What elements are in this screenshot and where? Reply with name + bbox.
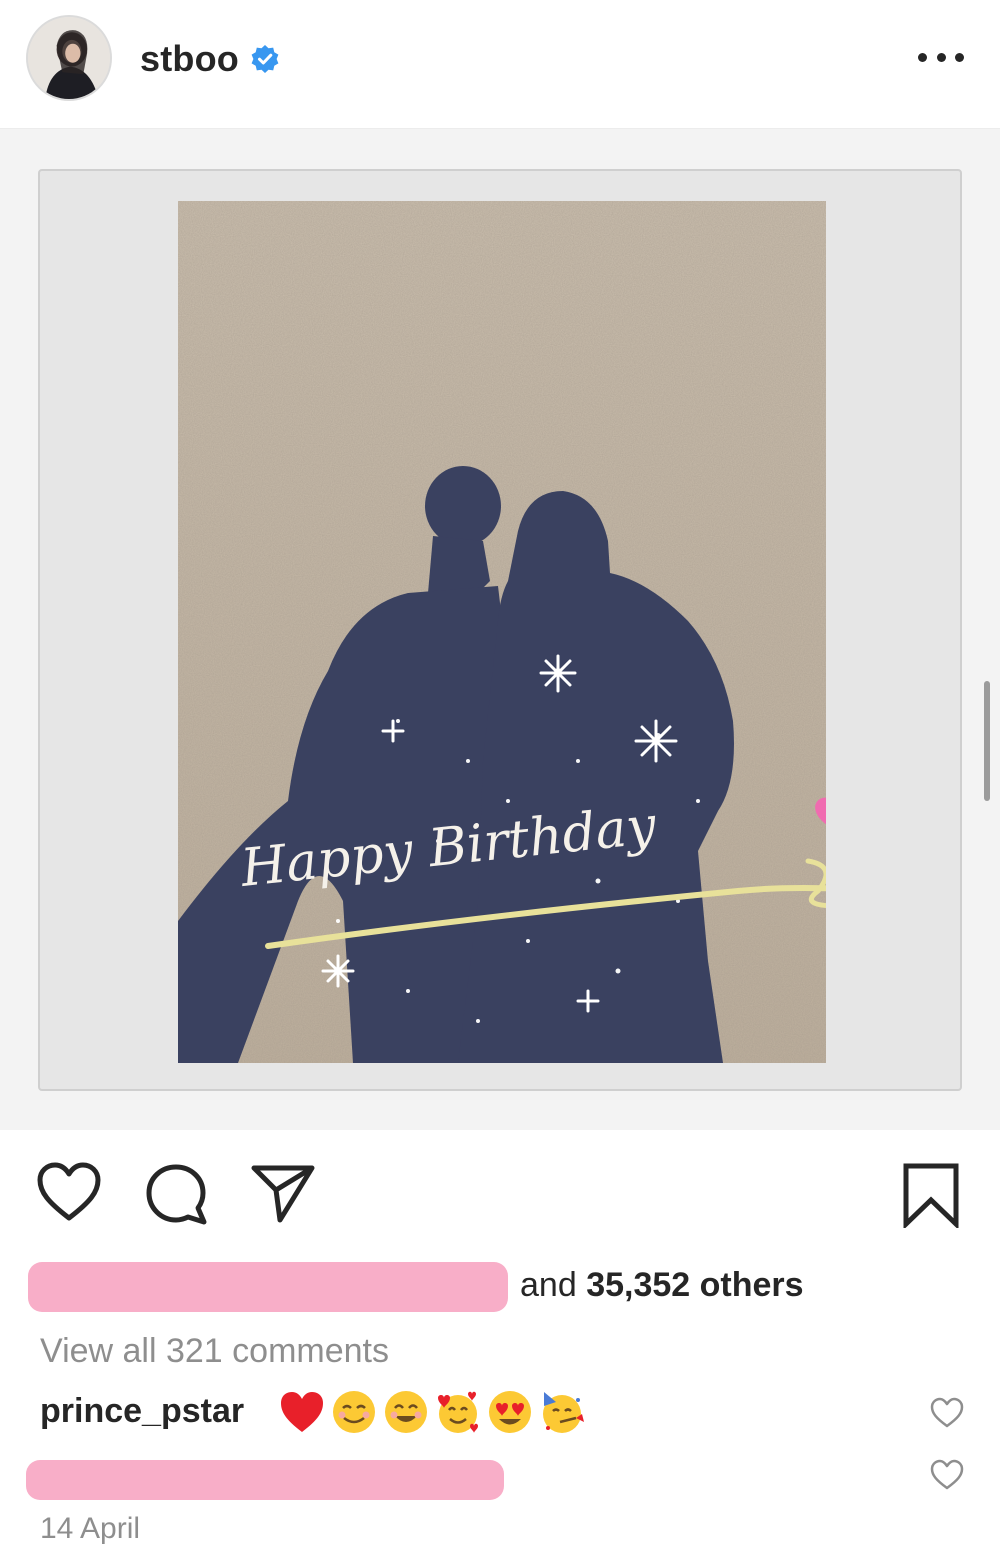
red-heart-icon [281,1392,323,1432]
username[interactable]: stboo [140,38,239,80]
post-date: 14 April [40,1512,141,1545]
likes-text[interactable]: and 35,352 others [520,1266,804,1305]
smiling-face-with-hearts-icon [438,1391,478,1433]
smiling-face-with-smiling-eyes-icon [385,1391,427,1433]
comment-like-heart-icon[interactable] [930,1458,964,1492]
heart-eyes-icon [489,1391,531,1433]
post-media[interactable]: Happy Birthday [0,128,1000,1130]
likes-summary[interactable]: and 35,352 others [28,1262,968,1312]
bookmark-icon[interactable] [902,1162,960,1230]
redacted-liker [28,1262,508,1312]
verified-badge-icon [250,44,280,74]
smiling-face-icon [333,1391,375,1433]
more-options-icon[interactable] [918,42,964,72]
partying-face-icon [543,1392,584,1433]
dot [918,52,927,62]
comment-username[interactable]: prince_pstar [40,1392,244,1431]
photo-frame: Happy Birthday [38,169,962,1091]
comment-item: prince_pstar [40,1388,940,1438]
dot [936,52,946,62]
comment-like-heart-icon[interactable] [930,1396,964,1430]
scrollbar[interactable] [984,681,990,801]
comment-item-redacted [26,1452,926,1502]
heart-icon[interactable] [36,1160,102,1226]
redacted-comment [26,1460,504,1500]
action-bar [0,1130,1000,1250]
post-photo: Happy Birthday [178,201,826,1063]
post-header: stboo [0,0,1000,128]
profile-avatar[interactable] [26,15,112,101]
dot [955,52,964,62]
comment-bubble-icon[interactable] [144,1162,208,1226]
view-all-comments-link[interactable]: View all 321 comments [40,1332,389,1371]
paper-plane-icon[interactable] [250,1162,316,1224]
likes-count: 35,352 others [586,1266,804,1304]
likes-prefix: and [520,1266,587,1304]
comment-emojis [278,1388,586,1436]
